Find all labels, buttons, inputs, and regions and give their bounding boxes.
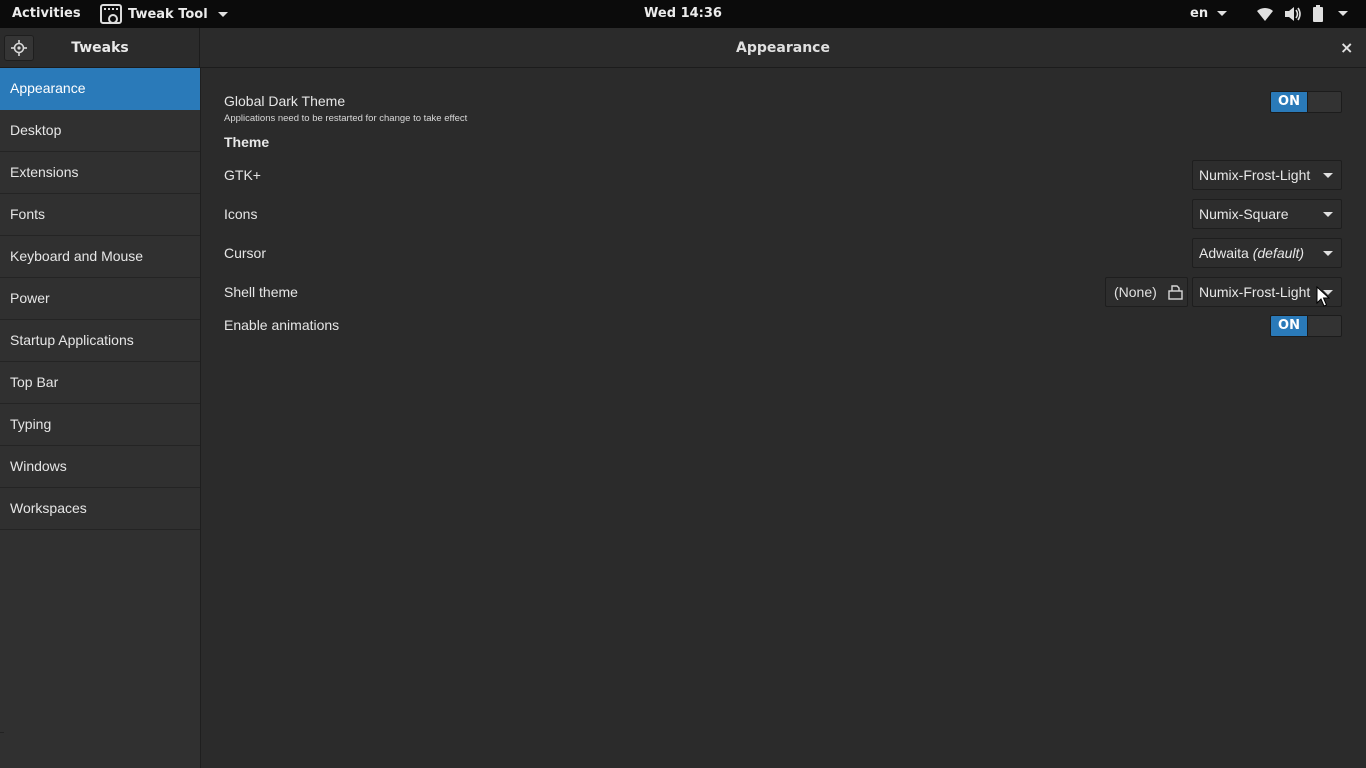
switch-on-label: ON xyxy=(1271,316,1307,336)
top-bar: Activities Tweak Tool Wed 14:36 en xyxy=(0,0,1366,28)
global-dark-theme-switch[interactable]: ON xyxy=(1270,91,1342,113)
sidebar-item-power[interactable]: Power xyxy=(0,278,200,320)
sidebar-title: Tweaks xyxy=(71,40,129,56)
chevron-down-icon xyxy=(1323,173,1333,178)
chevron-down-icon xyxy=(1323,212,1333,217)
sidebar: Appearance Desktop Extensions Fonts Keyb… xyxy=(0,68,201,768)
appearance-panel: Global Dark Theme Applications need to b… xyxy=(201,68,1366,768)
gtk-theme-dropdown[interactable]: Numix-Frost-Light xyxy=(1192,160,1342,190)
global-dark-theme-note: Applications need to be restarted for ch… xyxy=(224,113,468,124)
enable-animations-switch[interactable]: ON xyxy=(1270,315,1342,337)
sidebar-header: Tweaks xyxy=(0,28,200,68)
chevron-down-icon xyxy=(1216,11,1227,16)
sidebar-item-desktop[interactable]: Desktop xyxy=(0,110,200,152)
gtk-theme-value: Numix-Frost-Light xyxy=(1199,167,1311,183)
sidebar-item-top-bar[interactable]: Top Bar xyxy=(0,362,200,404)
switch-knob xyxy=(1307,92,1341,112)
shell-theme-value: Numix-Frost-Light xyxy=(1199,284,1311,300)
sidebar-item-keyboard-and-mouse[interactable]: Keyboard and Mouse xyxy=(0,236,200,278)
sidebar-item-typing[interactable]: Typing xyxy=(0,404,200,446)
switch-on-label: ON xyxy=(1271,92,1307,112)
sidebar-item-extensions[interactable]: Extensions xyxy=(0,152,200,194)
language-label: en xyxy=(1190,6,1209,21)
sidebar-item-workspaces[interactable]: Workspaces xyxy=(0,488,200,530)
icons-theme-dropdown[interactable]: Numix-Square xyxy=(1192,199,1342,229)
switch-knob xyxy=(1307,316,1341,336)
file-open-icon xyxy=(1168,285,1183,300)
app-menu[interactable]: Tweak Tool xyxy=(100,3,228,25)
cursor-theme-default-tag: (default) xyxy=(1252,245,1305,261)
clock[interactable]: Wed 14:36 xyxy=(644,6,722,21)
sidebar-item-startup-applications[interactable]: Startup Applications xyxy=(0,320,200,362)
sidebar-item-windows[interactable]: Windows xyxy=(0,446,200,488)
global-dark-theme-label: Global Dark Theme xyxy=(224,93,346,109)
gtk-theme-label: GTK+ xyxy=(224,167,261,183)
shell-theme-file-button[interactable]: (None) xyxy=(1105,277,1188,307)
header-bar: Tweaks Appearance × xyxy=(0,28,1366,68)
enable-animations-label: Enable animations xyxy=(224,317,340,333)
activities-button[interactable]: Activities xyxy=(12,6,81,21)
close-icon[interactable]: × xyxy=(1340,38,1353,57)
battery-icon xyxy=(1313,5,1323,22)
app-menu-label: Tweak Tool xyxy=(128,6,208,22)
wifi-icon xyxy=(1257,7,1273,21)
cursor-theme-value: Adwaita xyxy=(1199,245,1249,261)
chevron-down-icon xyxy=(1323,251,1333,256)
chevron-down-icon xyxy=(217,11,228,17)
sidebar-item-appearance[interactable]: Appearance xyxy=(0,68,200,110)
icons-theme-value: Numix-Square xyxy=(1199,206,1289,222)
theme-section-heading: Theme xyxy=(224,134,270,150)
icons-theme-label: Icons xyxy=(224,206,258,222)
mouse-cursor xyxy=(1316,286,1330,307)
sidebar-footer xyxy=(0,732,4,768)
sidebar-item-fonts[interactable]: Fonts xyxy=(0,194,200,236)
language-menu[interactable]: en xyxy=(1190,6,1227,21)
volume-icon xyxy=(1285,6,1301,21)
chevron-down-icon xyxy=(1338,11,1348,16)
system-status-menu[interactable] xyxy=(1256,5,1348,22)
app-icon xyxy=(100,4,122,24)
cursor-theme-label: Cursor xyxy=(224,245,267,261)
page-title: Appearance xyxy=(736,40,830,56)
shell-theme-label: Shell theme xyxy=(224,284,298,300)
cursor-theme-dropdown[interactable]: Adwaita (default) xyxy=(1192,238,1342,268)
shell-theme-file-value: (None) xyxy=(1114,284,1157,300)
